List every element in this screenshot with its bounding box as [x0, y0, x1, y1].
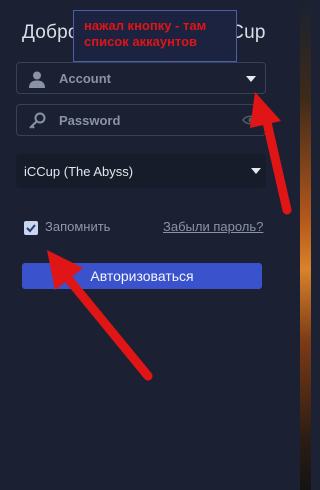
login-button[interactable]: Авторизоваться	[22, 263, 262, 289]
side-artwork	[300, 0, 311, 490]
forgot-password-link[interactable]: Забыли пароль?	[163, 219, 263, 234]
remember-checkbox[interactable]	[24, 221, 38, 235]
annotation-note-line-1: нажал кнопку - там	[84, 18, 207, 33]
account-placeholder: Account	[59, 71, 111, 86]
remember-label[interactable]: Запомнить	[45, 219, 110, 234]
password-placeholder: Password	[59, 113, 121, 128]
key-icon	[27, 111, 47, 131]
account-dropdown-caret-icon[interactable]	[246, 76, 256, 82]
user-icon	[27, 69, 47, 89]
account-field[interactable]: Account	[16, 62, 266, 94]
password-field[interactable]: Password	[16, 104, 266, 136]
realm-dropdown-caret-icon[interactable]	[251, 168, 261, 174]
annotation-note-line-2: список аккаунтов	[84, 34, 198, 49]
realm-select[interactable]: iCCup (The Abyss)	[16, 154, 266, 188]
realm-selected-value: iCCup (The Abyss)	[24, 164, 134, 179]
show-password-eye-icon[interactable]	[242, 113, 260, 127]
annotation-note: нажал кнопку - там список аккаунтов	[73, 10, 237, 62]
check-icon	[26, 224, 36, 233]
